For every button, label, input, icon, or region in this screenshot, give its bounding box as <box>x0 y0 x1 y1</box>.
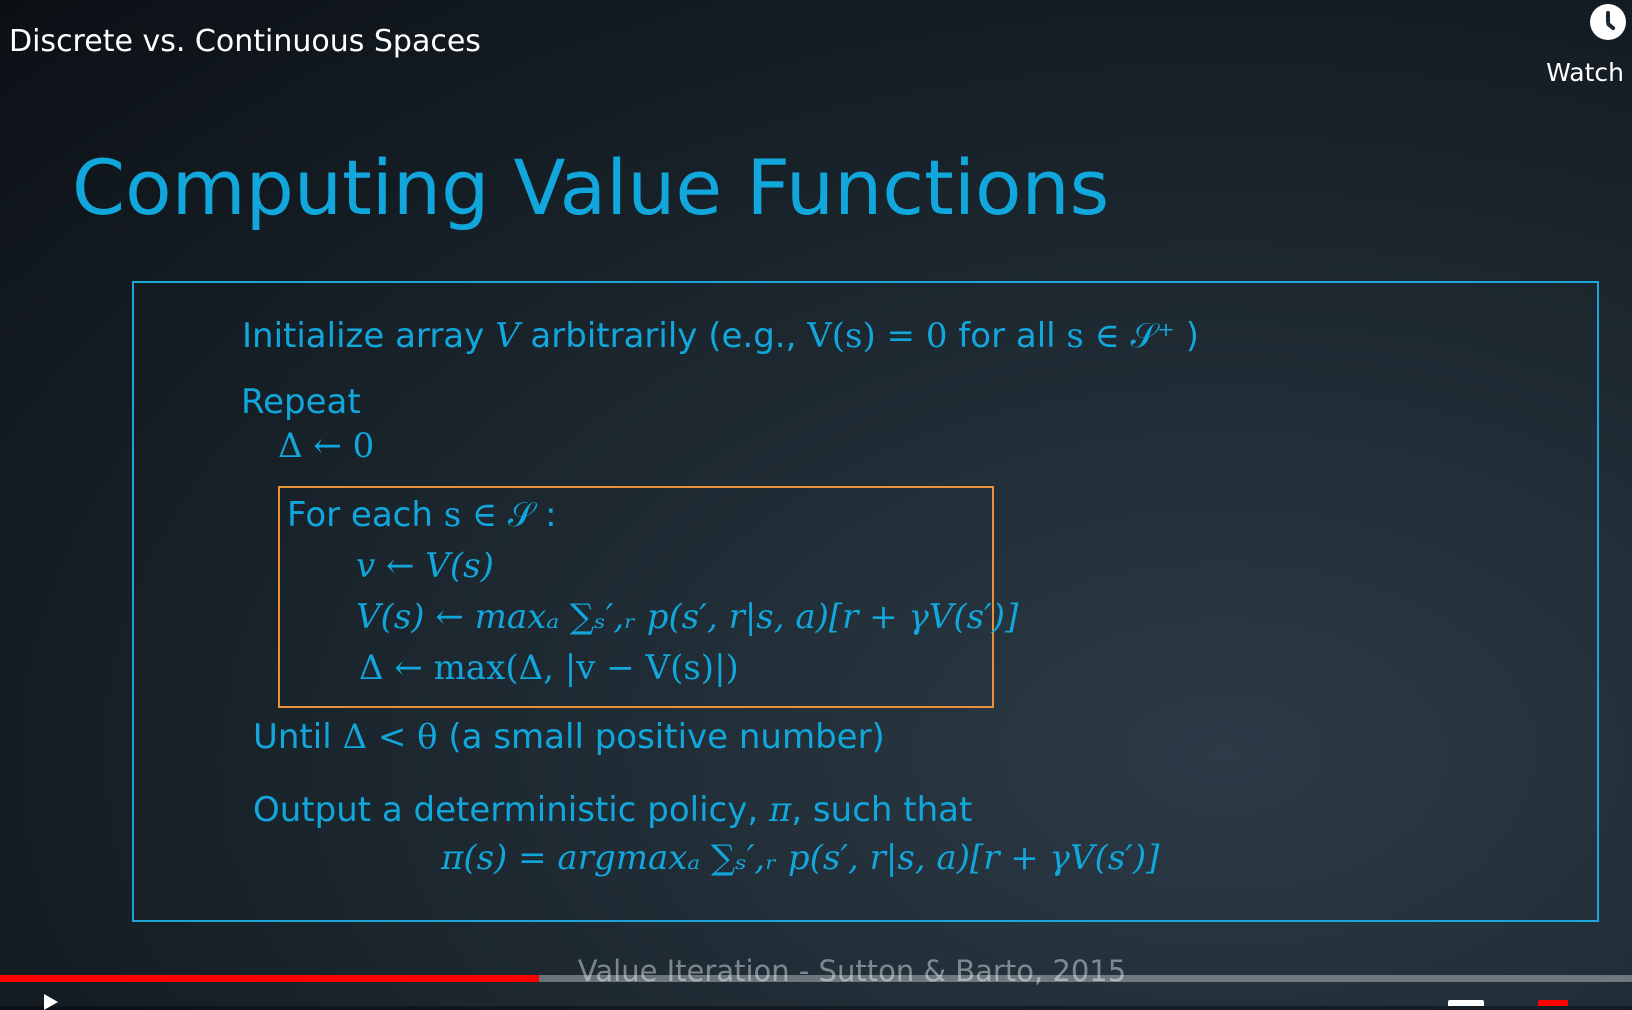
until-text-1: Until <box>253 717 343 757</box>
init-math: V(s) = 0 <box>807 316 948 356</box>
init-V: V <box>495 316 520 356</box>
init-text-2: arbitrarily (e.g., <box>519 316 808 356</box>
watch-later-label: Watch <box>1546 58 1624 87</box>
bellman-update-line: V(s) ← maxₐ ∑ₛ′,ᵣ p(s′, r|s, a)[r + γV(s… <box>356 597 1019 637</box>
until-math: Δ < θ <box>342 717 438 757</box>
video-title[interactable]: Discrete vs. Continuous Spaces <box>9 24 481 59</box>
repeat-line: Repeat <box>241 382 361 422</box>
delta-init-line: Δ ← 0 <box>278 426 375 466</box>
play-icon[interactable] <box>44 994 58 1010</box>
watch-later-button[interactable]: Watch <box>1512 0 1632 100</box>
v-assign-line: v ← V(s) <box>356 546 494 586</box>
youtube-icon[interactable] <box>1538 1000 1568 1006</box>
init-line: Initialize array V arbitrarily (e.g., V(… <box>242 316 1199 356</box>
init-text-1: Initialize array <box>242 316 496 356</box>
slide-title: Computing Value Functions <box>72 143 1110 232</box>
clock-icon <box>1590 4 1626 40</box>
delta-update-line: Δ ← max(Δ, |v − V(s)|) <box>359 648 739 688</box>
progress-bar[interactable] <box>0 975 1632 982</box>
output-pi: π <box>768 790 792 830</box>
policy-line: π(s) = argmaxₐ ∑ₛ′,ᵣ p(s′, r|s, a)[r + γ… <box>441 838 1160 878</box>
init-math-2: s ∈ 𝒮⁺ <box>1066 316 1175 356</box>
until-text-2: (a small positive number) <box>437 717 885 757</box>
output-text-1: Output a deterministic policy, <box>253 790 769 830</box>
output-line: Output a deterministic policy, π, such t… <box>253 790 972 830</box>
player-controls <box>0 982 1632 1010</box>
output-text-2: , such that <box>791 790 973 830</box>
for-each-line: For each s ∈ 𝒮 : <box>287 495 557 535</box>
for-each-text: For each <box>287 495 444 535</box>
for-each-math: s ∈ 𝒮 <box>443 495 535 535</box>
captions-icon[interactable] <box>1448 1000 1484 1006</box>
for-each-colon: : <box>534 495 557 535</box>
until-line: Until Δ < θ (a small positive number) <box>253 717 885 757</box>
init-text-4: ) <box>1174 316 1199 356</box>
progress-bar-fill <box>0 975 539 982</box>
init-text-3: for all <box>947 316 1067 356</box>
